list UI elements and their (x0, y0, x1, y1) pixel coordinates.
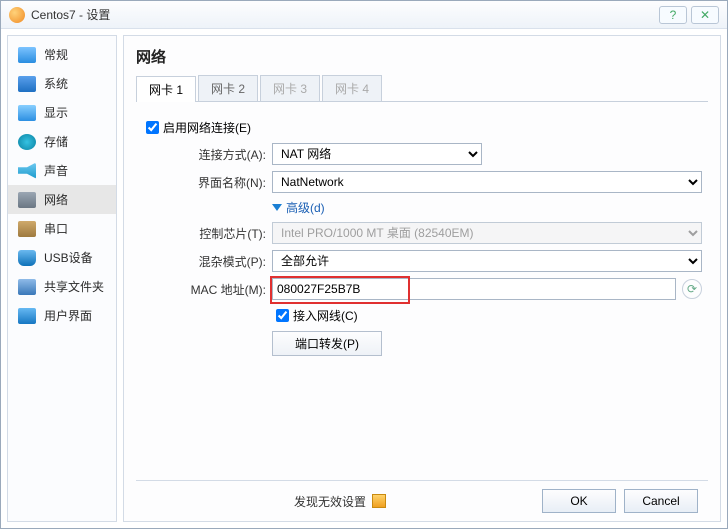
sidebar: 常规 系统 显示 存储 声音 网络 串口 USB设备 共享文件夹 用户界面 (7, 35, 117, 522)
cable-connected-checkbox[interactable] (276, 309, 289, 322)
sidebar-item-general[interactable]: 常规 (8, 40, 116, 69)
sidebar-item-label: 串口 (44, 220, 68, 237)
mac-address-input[interactable] (272, 278, 676, 300)
titlebar: Centos7 - 设置 ? ✕ (1, 1, 727, 29)
sidebar-item-serial[interactable]: 串口 (8, 214, 116, 243)
sidebar-item-label: 常规 (44, 46, 68, 63)
main-panel: 网络 网卡 1 网卡 2 网卡 3 网卡 4 启用网络连接(E) 连接方式(A)… (123, 35, 721, 522)
sidebar-item-network[interactable]: 网络 (8, 185, 116, 214)
sidebar-item-label: 共享文件夹 (44, 278, 104, 295)
sidebar-item-usb[interactable]: USB设备 (8, 243, 116, 272)
ui-icon (18, 308, 36, 324)
usb-icon (18, 250, 36, 266)
sidebar-item-label: USB设备 (44, 249, 93, 266)
sidebar-item-audio[interactable]: 声音 (8, 156, 116, 185)
adapter-form: 启用网络连接(E) 连接方式(A): NAT 网络 界面名称(N): NatNe… (136, 102, 708, 480)
help-button[interactable]: ? (659, 6, 687, 24)
audio-icon (18, 163, 36, 179)
serial-icon (18, 221, 36, 237)
system-icon (18, 76, 36, 92)
adapter-type-select: Intel PRO/1000 MT 桌面 (82540EM) (272, 222, 702, 244)
general-icon (18, 47, 36, 63)
name-label: 界面名称(N): (168, 174, 272, 191)
tab-adapter-1[interactable]: 网卡 1 (136, 76, 196, 102)
folder-icon (18, 279, 36, 295)
page-title: 网络 (136, 46, 708, 67)
sidebar-item-label: 网络 (44, 191, 68, 208)
sidebar-item-display[interactable]: 显示 (8, 98, 116, 127)
sidebar-item-label: 声音 (44, 162, 68, 179)
refresh-mac-icon[interactable]: ⟳ (682, 279, 702, 299)
enable-network-label: 启用网络连接(E) (163, 119, 251, 136)
cancel-button[interactable]: Cancel (624, 489, 698, 513)
window-title: Centos7 - 设置 (31, 6, 655, 23)
sidebar-item-ui[interactable]: 用户界面 (8, 301, 116, 330)
promisc-select[interactable]: 全部允许 (272, 250, 702, 272)
attach-label: 连接方式(A): (168, 146, 272, 163)
advanced-toggle[interactable]: 高级(d) (272, 199, 325, 216)
name-select[interactable]: NatNetwork (272, 171, 702, 193)
enable-network-checkbox[interactable] (146, 121, 159, 134)
warning-icon (372, 494, 386, 508)
chevron-down-icon (272, 204, 282, 211)
mac-label: MAC 地址(M): (168, 281, 272, 298)
port-forwarding-button[interactable]: 端口转发(P) (272, 331, 382, 356)
sidebar-item-shared[interactable]: 共享文件夹 (8, 272, 116, 301)
invalid-settings-warning: 发现无效设置 (146, 493, 534, 510)
ok-button[interactable]: OK (542, 489, 616, 513)
adapter-type-label: 控制芯片(T): (168, 225, 272, 242)
window-body: 常规 系统 显示 存储 声音 网络 串口 USB设备 共享文件夹 用户界面 网络… (1, 29, 727, 528)
footer: 发现无效设置 OK Cancel (136, 480, 708, 521)
sidebar-item-label: 显示 (44, 104, 68, 121)
app-icon (9, 7, 25, 23)
display-icon (18, 105, 36, 121)
sidebar-item-label: 系统 (44, 75, 68, 92)
sidebar-item-system[interactable]: 系统 (8, 69, 116, 98)
promisc-label: 混杂模式(P): (168, 253, 272, 270)
tab-adapter-3[interactable]: 网卡 3 (260, 75, 320, 101)
close-button[interactable]: ✕ (691, 6, 719, 24)
network-icon (18, 192, 36, 208)
sidebar-item-label: 用户界面 (44, 307, 92, 324)
tab-adapter-4[interactable]: 网卡 4 (322, 75, 382, 101)
settings-window: Centos7 - 设置 ? ✕ 常规 系统 显示 存储 声音 网络 串口 US… (0, 0, 728, 529)
storage-icon (18, 134, 36, 150)
adapter-tabs: 网卡 1 网卡 2 网卡 3 网卡 4 (136, 75, 708, 102)
attach-select[interactable]: NAT 网络 (272, 143, 482, 165)
tab-adapter-2[interactable]: 网卡 2 (198, 75, 258, 101)
sidebar-item-storage[interactable]: 存储 (8, 127, 116, 156)
cable-connected-label: 接入网线(C) (293, 307, 358, 324)
sidebar-item-label: 存储 (44, 133, 68, 150)
